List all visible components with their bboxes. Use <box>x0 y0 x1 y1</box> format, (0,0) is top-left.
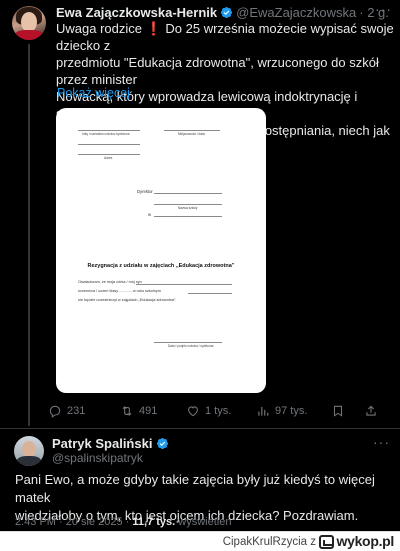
doc-label: Data i podpis rodzica / opiekuna <box>168 344 214 348</box>
reply-views-count: 11,7 tys. <box>132 516 176 528</box>
more-options-icon[interactable]: ··· <box>375 1 392 17</box>
doc-label: w <box>148 212 152 217</box>
avatar-suit <box>17 456 41 466</box>
view-count: 97 tys. <box>275 405 308 417</box>
original-tweet: Ewa Zajączkowska-Hernik @EwaZajaczkowska… <box>0 0 400 426</box>
doc-line <box>188 293 232 294</box>
doc-label: Miejscowość i data <box>178 132 205 136</box>
views-chart-icon <box>258 406 269 416</box>
reply-views-label: wyświetleń <box>178 516 232 528</box>
show-more-link[interactable]: Pokaż więcej <box>57 86 130 100</box>
heart-icon <box>188 406 198 417</box>
avatar-face <box>21 12 37 32</box>
repost-icon <box>122 406 132 416</box>
doc-title: Rezygnacja z udziału w zajęciach „Edukac… <box>87 263 235 269</box>
doc-line <box>78 144 140 145</box>
doc-label: Nazwa szkoły <box>178 206 198 210</box>
doc-label: Adres <box>104 156 113 160</box>
repost-button[interactable]: 491 <box>120 404 157 418</box>
doc-body-line: Oświadczam, że moja córka / mój syn <box>78 280 142 284</box>
reply-author: Patryk Spaliński <box>52 436 169 451</box>
share-icon <box>366 405 376 416</box>
thread-line <box>28 44 30 426</box>
reply-handle[interactable]: @spalinskipatryk <box>52 451 143 465</box>
doc-line <box>154 193 222 194</box>
doc-line <box>78 154 140 155</box>
doc-line <box>164 130 220 131</box>
like-button[interactable]: 1 tys. <box>186 404 231 418</box>
views-button[interactable]: 97 tys. <box>256 404 307 418</box>
uploader-credit: CipakKrulRzycia z <box>222 536 316 548</box>
verified-badge-icon <box>221 6 233 18</box>
reply-timestamp[interactable]: 2:43 PM · 20 sie 2025 · <box>15 516 129 528</box>
doc-line <box>154 204 222 205</box>
like-count: 1 tys. <box>205 405 232 417</box>
reply-avatar[interactable] <box>14 436 44 466</box>
verified-badge-icon <box>157 437 169 450</box>
reply-meta: 2:43 PM · 20 sie 2025 · 11,7 tys. wyświe… <box>15 516 231 528</box>
doc-body-line: uczennica / uczeń klasy ............ w r… <box>78 289 161 293</box>
bookmark-button[interactable] <box>331 404 345 418</box>
tweet-text-line: Uwaga rodzice ❗ Do 25 września możecie w… <box>56 21 394 53</box>
doc-label: Imię i nazwisko rodzica /opiekuna <box>82 132 130 136</box>
author-handle[interactable]: @EwaZajaczkowska <box>236 5 356 20</box>
wykop-logo-icon <box>319 535 334 549</box>
reply-author-name[interactable]: Patryk Spaliński <box>52 436 152 451</box>
reply-button[interactable]: 231 <box>48 404 85 418</box>
avatar[interactable] <box>12 6 46 40</box>
doc-line <box>154 342 222 343</box>
reply-icon <box>49 405 61 418</box>
doc-line <box>136 284 232 285</box>
watermark-footer: CipakKrulRzycia z wykop.pl <box>0 531 400 551</box>
tweet-text-line: przedmiotu "Edukacja zdrowotna", wrzucon… <box>56 55 379 87</box>
doc-line <box>78 130 140 131</box>
tweet-header: Ewa Zajączkowska-Hernik @EwaZajaczkowska… <box>56 3 391 21</box>
more-options-icon[interactable]: ··· <box>373 434 390 450</box>
reply-text-line: Pani Ewo, a może gdyby takie zajęcia był… <box>15 472 375 505</box>
wykop-logo: wykop.pl <box>336 533 395 549</box>
author-name[interactable]: Ewa Zajączkowska-Hernik <box>56 5 217 20</box>
tweet-actions: 231 491 1 tys. 97 tys. <box>48 404 393 424</box>
doc-body-line: nie będzie uczestniczył w zajęciach „Edu… <box>78 298 177 302</box>
doc-line <box>154 216 222 217</box>
divider <box>0 428 400 429</box>
repost-count: 491 <box>139 405 158 417</box>
attached-document-image[interactable]: Imię i nazwisko rodzica /opiekuna Miejsc… <box>56 108 266 393</box>
avatar-shirt <box>14 30 44 40</box>
reply-count: 231 <box>67 405 86 417</box>
bookmark-icon <box>333 405 343 417</box>
doc-label: Dyrektor <box>137 189 153 194</box>
share-button[interactable] <box>364 404 378 418</box>
